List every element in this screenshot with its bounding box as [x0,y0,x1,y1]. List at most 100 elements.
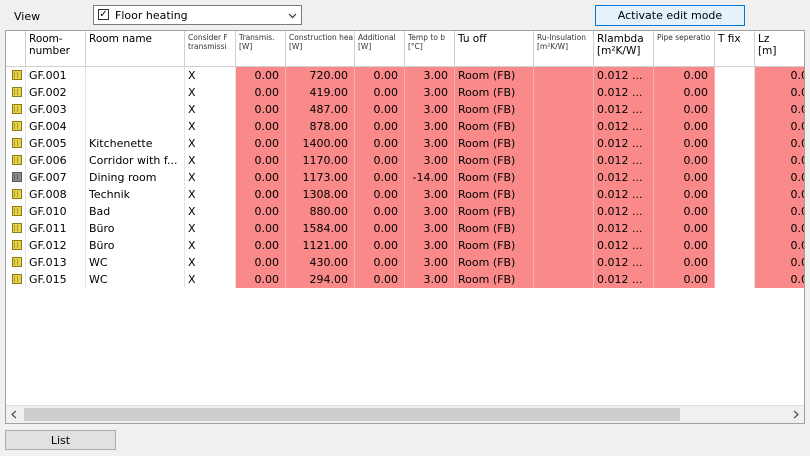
additional-cell[interactable]: 0.00 [355,152,405,169]
room-name-cell[interactable]: Kitchenette [86,135,185,152]
rlambda-cell[interactable]: 0.012 ... [594,186,654,203]
temp-cell[interactable]: 3.00 [405,186,455,203]
temp-cell[interactable]: 3.00 [405,203,455,220]
lz-cell[interactable]: 0.0 [755,135,804,152]
tu-off-cell[interactable]: Room (FB) [455,118,534,135]
room-number-cell[interactable]: GF.003 [26,101,86,118]
lz-cell[interactable]: 0.0 [755,186,804,203]
room-name-cell[interactable]: Büro [86,220,185,237]
header-ru-insulation[interactable]: Ru-Insulation [m²K/W] [534,31,594,67]
consider-transmission-cell[interactable]: X [185,118,236,135]
additional-cell[interactable]: 0.00 [355,67,405,84]
room-name-cell[interactable]: Bad [86,203,185,220]
table-row[interactable]: GF.006 Corridor with f... X 0.00 1170.00 0.00… [6,152,804,169]
temp-cell[interactable]: 3.00 [405,220,455,237]
header-lz[interactable]: Lz [m] [755,31,804,67]
room-number-cell[interactable]: GF.007 [26,169,86,186]
additional-cell[interactable]: 0.00 [355,84,405,101]
ru-insulation-cell[interactable] [534,186,594,203]
temp-cell[interactable]: 3.00 [405,67,455,84]
room-name-cell[interactable]: Technik [86,186,185,203]
additional-cell[interactable]: 0.00 [355,169,405,186]
temp-cell[interactable]: 3.00 [405,118,455,135]
room-number-cell[interactable]: GF.015 [26,271,86,288]
transmission-cell[interactable]: 0.00 [236,135,286,152]
t-fix-cell[interactable] [715,254,755,271]
transmission-cell[interactable]: 0.00 [236,101,286,118]
chevron-left-icon[interactable] [6,406,23,423]
header-construction-heat[interactable]: Construction hea [W] [286,31,355,67]
room-number-cell[interactable]: GF.006 [26,152,86,169]
ru-insulation-cell[interactable] [534,118,594,135]
header-room-number[interactable]: Room- number [26,31,86,67]
room-icon-cell[interactable] [6,67,26,84]
additional-cell[interactable]: 0.00 [355,135,405,152]
room-name-cell[interactable] [86,118,185,135]
construction-heat-cell[interactable]: 720.00 [286,67,355,84]
t-fix-cell[interactable] [715,67,755,84]
table-row[interactable]: GF.005 Kitchenette X 0.00 1400.00 0.00 3.00 Roo… [6,135,804,152]
transmission-cell[interactable]: 0.00 [236,203,286,220]
tu-off-cell[interactable]: Room (FB) [455,237,534,254]
room-number-cell[interactable]: GF.005 [26,135,86,152]
consider-transmission-cell[interactable]: X [185,203,236,220]
ru-insulation-cell[interactable] [534,101,594,118]
pipe-separation-cell[interactable]: 0.00 [654,254,715,271]
consider-transmission-cell[interactable]: X [185,84,236,101]
room-number-cell[interactable]: GF.008 [26,186,86,203]
pipe-separation-cell[interactable]: 0.00 [654,271,715,288]
rlambda-cell[interactable]: 0.012 ... [594,220,654,237]
consider-transmission-cell[interactable]: X [185,101,236,118]
additional-cell[interactable]: 0.00 [355,186,405,203]
pipe-separation-cell[interactable]: 0.00 [654,135,715,152]
table-row[interactable]: GF.002 X 0.00 419.00 0.00 3.00 Room (FB) 0.012 … [6,84,804,101]
transmission-cell[interactable]: 0.00 [236,271,286,288]
lz-cell[interactable]: 0.0 [755,254,804,271]
transmission-cell[interactable]: 0.00 [236,152,286,169]
pipe-separation-cell[interactable]: 0.00 [654,237,715,254]
additional-cell[interactable]: 0.00 [355,237,405,254]
consider-transmission-cell[interactable]: X [185,152,236,169]
ru-insulation-cell[interactable] [534,135,594,152]
pipe-separation-cell[interactable]: 0.00 [654,169,715,186]
header-t-fix[interactable]: T fix [715,31,755,67]
lz-cell[interactable]: 0.0 [755,84,804,101]
ru-insulation-cell[interactable] [534,152,594,169]
consider-transmission-cell[interactable]: X [185,186,236,203]
header-pipe-separation[interactable]: Pipe seperatio [654,31,715,67]
tu-off-cell[interactable]: Room (FB) [455,84,534,101]
room-name-cell[interactable] [86,84,185,101]
temp-cell[interactable]: 3.00 [405,135,455,152]
t-fix-cell[interactable] [715,101,755,118]
t-fix-cell[interactable] [715,203,755,220]
header-consider-transmission[interactable]: Consider F transmissi [185,31,236,67]
room-icon-cell[interactable] [6,203,26,220]
room-number-cell[interactable]: GF.010 [26,203,86,220]
header-additional[interactable]: Additional [W] [355,31,405,67]
room-icon-cell[interactable] [6,152,26,169]
temp-cell[interactable]: 3.00 [405,254,455,271]
additional-cell[interactable]: 0.00 [355,118,405,135]
pipe-separation-cell[interactable]: 0.00 [654,84,715,101]
additional-cell[interactable]: 0.00 [355,271,405,288]
room-icon-cell[interactable] [6,101,26,118]
table-row[interactable]: GF.012 Büro X 0.00 1121.00 0.00 3.00 Room (FB) 0… [6,237,804,254]
scrollbar-thumb[interactable] [24,408,680,421]
temp-cell[interactable]: 3.00 [405,271,455,288]
ru-insulation-cell[interactable] [534,220,594,237]
consider-transmission-cell[interactable]: X [185,271,236,288]
rlambda-cell[interactable]: 0.012 ... [594,254,654,271]
room-name-cell[interactable] [86,67,185,84]
table-row[interactable]: GF.011 Büro X 0.00 1584.00 0.00 3.00 Room (FB) 0… [6,220,804,237]
lz-cell[interactable]: 0.0 [755,220,804,237]
t-fix-cell[interactable] [715,84,755,101]
transmission-cell[interactable]: 0.00 [236,169,286,186]
t-fix-cell[interactable] [715,220,755,237]
table-row[interactable]: GF.007 Dining room X 0.00 1173.00 0.00 -14.00 R… [6,169,804,186]
transmission-cell[interactable]: 0.00 [236,84,286,101]
tu-off-cell[interactable]: Room (FB) [455,169,534,186]
t-fix-cell[interactable] [715,169,755,186]
room-icon-cell[interactable] [6,271,26,288]
lz-cell[interactable]: 0.0 [755,101,804,118]
ru-insulation-cell[interactable] [534,203,594,220]
